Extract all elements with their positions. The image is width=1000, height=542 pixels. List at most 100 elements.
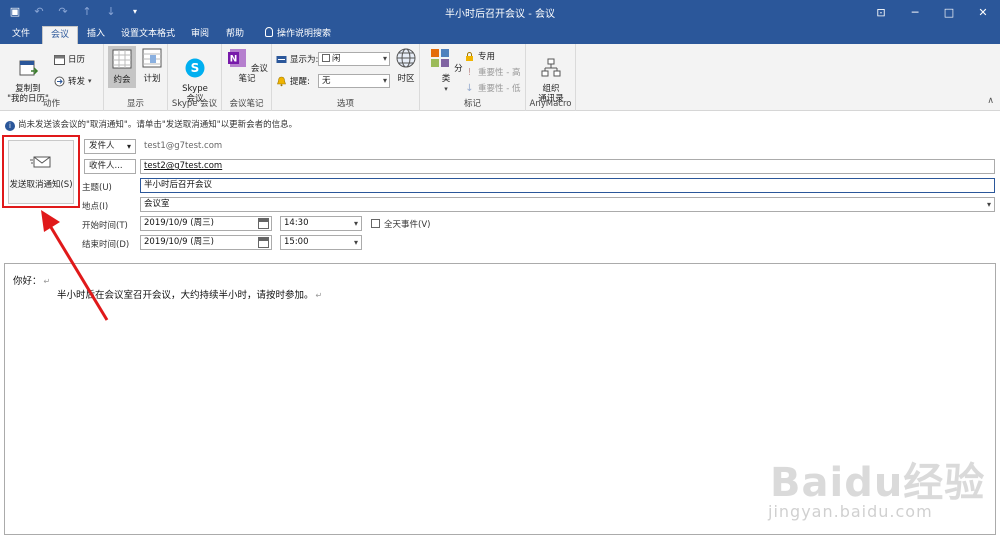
group-actions: 复制到 "我的日历" 日历 转发 ▾ 动作 [0,44,104,111]
show-as-select[interactable]: 闲 ▾ [318,52,390,66]
group-actions-label: 动作 [42,99,60,109]
end-time-field[interactable]: 15:00 ▾ [280,235,362,250]
group-skype-label: Skype 会议 [171,99,218,109]
calendar-label: 日历 [68,55,86,65]
send-cancellation-highlight: 发送取消通知(S) [2,135,80,208]
show-as-swatch [322,54,330,62]
maximize-icon[interactable]: □ [932,0,966,24]
time-zones-button[interactable]: 时区 [394,47,418,84]
ribbon-display-options-icon[interactable]: ⊡ [864,0,898,24]
reminder-select[interactable]: 无 ▾ [318,74,390,88]
show-as-value: 闲 [332,54,341,64]
watermark-url: jingyan.baidu.com [768,502,933,521]
window-title: 半小时后召开会议 - 会议 [445,9,555,20]
chevron-down-icon: ▾ [382,76,387,85]
forward-dropdown-icon[interactable]: ▾ [88,77,92,85]
svg-text:S: S [191,61,200,75]
skype-icon: S [185,58,205,78]
from-button-label: 发件人 [89,141,115,151]
svg-text:N: N [230,55,238,65]
meeting-notes-button[interactable]: N 会议笔记 [224,47,270,84]
tab-tell-me[interactable]: 操作说明搜索 [258,26,338,44]
copy-to-my-calendar-button[interactable]: 复制到 "我的日历" [4,47,52,104]
group-display: 约会 计划 显示 [104,44,168,111]
tab-review[interactable]: 审阅 [184,26,216,44]
paragraph-mark: ↵ [43,277,51,286]
appointment-button[interactable]: 约会 [108,46,136,88]
chevron-down-icon: ▾ [382,54,387,63]
end-date-field[interactable]: 2019/10/9 (周三) [140,235,272,250]
body-content: 半小时后在会议室召开会议，大约持续半小时，请按时参加。 [57,290,314,301]
location-value: 会议室 [144,199,170,209]
appointment-icon [112,49,132,69]
group-tags: 分类 ▾ 专用 ! 重要性 - 高 ↓ 重要性 - 低 标记 [420,44,526,111]
forward-icon [54,76,65,86]
tab-file[interactable]: 文件 [4,26,38,44]
group-tags-label: 标记 [463,99,481,109]
location-label: 地点(I) [82,202,109,212]
lightbulb-icon [264,27,273,37]
start-date-field[interactable]: 2019/10/9 (周三) [140,216,272,231]
send-cancellation-label: 发送取消通知(S) [9,180,73,190]
tab-insert[interactable]: 插入 [80,26,112,44]
tab-help[interactable]: 帮助 [218,26,252,44]
skype-meeting-button[interactable]: S Skype 会议 [172,47,218,104]
low-importance-label: 重要性 - 低 [478,84,521,94]
chevron-down-icon: ▾ [986,200,991,209]
body-greeting: 你好： [13,276,42,287]
show-as-label: 显示为: [290,55,319,65]
high-importance-button[interactable]: ! 重要性 - 高 [464,66,520,79]
categorize-icon [431,49,450,67]
body-line-2: 半小时后在会议室召开会议，大约持续半小时，请按时参加。 ↵ [57,287,322,301]
start-time-value: 14:30 [284,218,309,228]
from-button[interactable]: 发件人 ▾ [84,139,136,154]
categorize-button[interactable]: 分类 ▾ [428,47,464,94]
organization-address-book-button[interactable]: 组织 通讯录 [528,47,574,104]
subject-label: 主题(U) [82,183,112,193]
watermark: Baidu经验 jingyan.baidu.com [760,450,996,538]
org-chart-icon [541,58,561,77]
private-button[interactable]: 专用 [464,50,495,62]
from-value: test1@g7test.com [144,141,223,151]
reminder-label-wrap: 提醒: [276,75,310,87]
location-field[interactable]: 会议室 ▾ [140,197,995,212]
low-importance-button[interactable]: ↓ 重要性 - 低 [464,82,521,95]
appointment-label: 约会 [113,75,131,85]
window-controls: ⊡ ─ □ ✕ [864,0,1000,24]
minimize-icon[interactable]: ─ [898,0,932,24]
plan-label: 计划 [143,74,161,84]
all-day-label: 全天事件(V) [384,220,431,230]
group-options-label: 选项 [336,99,354,109]
info-bar: i 尚未发送该会议的"取消通知"。请单击"发送取消通知"以更新会者的信息。 [0,117,1000,133]
to-button[interactable]: 收件人... [84,159,136,174]
calendar-icon[interactable] [258,218,269,229]
tab-format-text[interactable]: 设置文本格式 [114,26,182,44]
send-cancellation-button[interactable]: 发送取消通知(S) [8,140,74,204]
exclamation-icon: ! [467,66,472,78]
end-time-label: 结束时间(D) [82,240,130,250]
group-notes: N 会议笔记 会议笔记 [222,44,272,111]
group-notes-label: 会议笔记 [229,99,264,109]
subject-field[interactable]: 半小时后召开会议 [140,178,995,193]
copy-calendar-icon [19,60,39,76]
plan-button[interactable]: 计划 [138,47,166,84]
start-time-field[interactable]: 14:30 ▾ [280,216,362,231]
calendar-button[interactable]: 日历 [54,53,85,65]
to-field[interactable]: test2@g7test.com [140,159,995,174]
all-day-checkbox[interactable] [371,219,380,228]
start-time-label: 开始时间(T) [82,221,128,231]
close-icon[interactable]: ✕ [966,0,1000,24]
ribbon: 复制到 "我的日历" 日历 转发 ▾ 动作 约会 计划 显示 S Skype 会… [0,44,1000,111]
title-bar: ▣ ↶ ↷ ↑ ↓ ▾ 半小时后召开会议 - 会议 ⊡ ─ □ ✕ [0,0,1000,24]
calendar-icon[interactable] [258,237,269,248]
collapse-ribbon-icon[interactable]: ∧ [987,96,994,106]
group-anymacro-label: AnyMacro [529,99,572,109]
show-as-icon [276,55,287,63]
end-time-value: 15:00 [284,237,309,247]
forward-button[interactable]: 转发 ▾ [54,75,92,87]
categorize-dropdown-icon: ▾ [444,85,448,93]
show-as-label-wrap: 显示为: [276,53,318,65]
chevron-down-icon: ▾ [126,142,131,151]
tab-meeting[interactable]: 会议 [42,26,78,44]
bell-icon [277,76,286,86]
